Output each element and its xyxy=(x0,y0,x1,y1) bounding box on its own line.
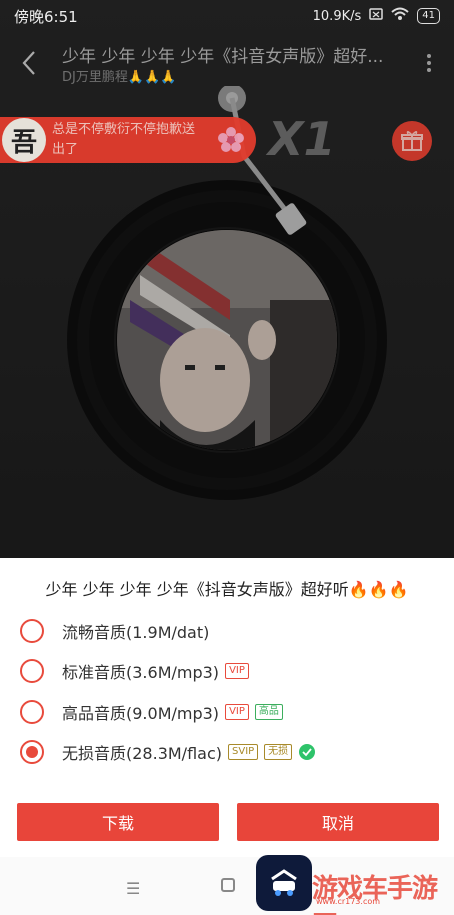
gift-comment-banner: 吾 总是不停敷衍不停抱歉送出了 xyxy=(0,117,256,163)
battery-icon: 41 xyxy=(417,8,440,24)
avatar: 吾 xyxy=(2,118,46,162)
quality-option-lossless[interactable]: 无损音质(28.3M/flac) SVIP 无损 xyxy=(20,732,440,772)
quality-option-standard[interactable]: 标准音质(3.6M/mp3) VIP xyxy=(20,651,440,691)
sim-icon xyxy=(369,8,384,24)
quality-option-high[interactable]: 高品音质(9.0M/mp3) VIP 高品 xyxy=(20,692,440,732)
gift-multiplier: X1 xyxy=(268,112,336,166)
more-icon[interactable] xyxy=(424,52,434,74)
cancel-button[interactable]: 取消 xyxy=(237,803,439,841)
sheet-title: 少年 少年 少年 少年《抖音女声版》超好听🔥🔥🔥 xyxy=(45,580,409,599)
tonearm xyxy=(218,86,307,235)
option-label: 无损音质(28.3M/flac) xyxy=(62,744,222,763)
wifi-icon xyxy=(391,7,409,25)
radio-button[interactable] xyxy=(20,700,44,724)
svip-badge: SVIP xyxy=(228,744,259,760)
song-title: 少年 少年 少年 少年《抖音女声版》超好... xyxy=(62,47,384,67)
network-speed: 10.9K/s xyxy=(312,8,362,24)
option-label: 标准音质(3.6M/mp3) xyxy=(62,663,220,682)
check-icon xyxy=(299,744,316,760)
home-icon[interactable] xyxy=(221,878,235,892)
comment-text: 总是不停敷衍不停抱歉送出了 xyxy=(52,122,196,157)
radio-button-selected[interactable] xyxy=(20,740,44,764)
option-label: 高品音质(9.0M/mp3) xyxy=(62,704,220,723)
download-button[interactable]: 下载 xyxy=(17,803,219,841)
watermark-text: 游戏车手游网 xyxy=(312,874,438,915)
menu-icon[interactable]: ☰ xyxy=(126,879,140,898)
vip-badge: VIP xyxy=(225,704,249,720)
watermark-logo-icon xyxy=(256,855,312,911)
hq-badge: 高品 xyxy=(254,704,283,720)
status-bar: 傍晚6:51 10.9K/s 41 xyxy=(0,0,454,32)
player-header: 少年 少年 少年 少年《抖音女声版》超好... DJ万里鹏程🙏🙏🙏 xyxy=(0,38,454,88)
watermark-url: www.cr173.com xyxy=(316,897,381,906)
gift-icon[interactable] xyxy=(392,121,432,161)
radio-button[interactable] xyxy=(20,619,44,643)
quality-option-smooth[interactable]: 流畅音质(1.9M/dat) xyxy=(20,611,440,651)
back-icon[interactable] xyxy=(18,48,42,78)
lossless-badge: 无损 xyxy=(264,744,293,760)
option-label: 流畅音质(1.9M/dat) xyxy=(62,623,210,642)
vip-badge: VIP xyxy=(225,663,249,679)
radio-button[interactable] xyxy=(20,659,44,683)
status-time: 傍晚6:51 xyxy=(14,7,78,26)
flower-icon xyxy=(216,125,246,159)
artist-name[interactable]: DJ万里鹏程🙏🙏🙏 xyxy=(62,66,176,85)
